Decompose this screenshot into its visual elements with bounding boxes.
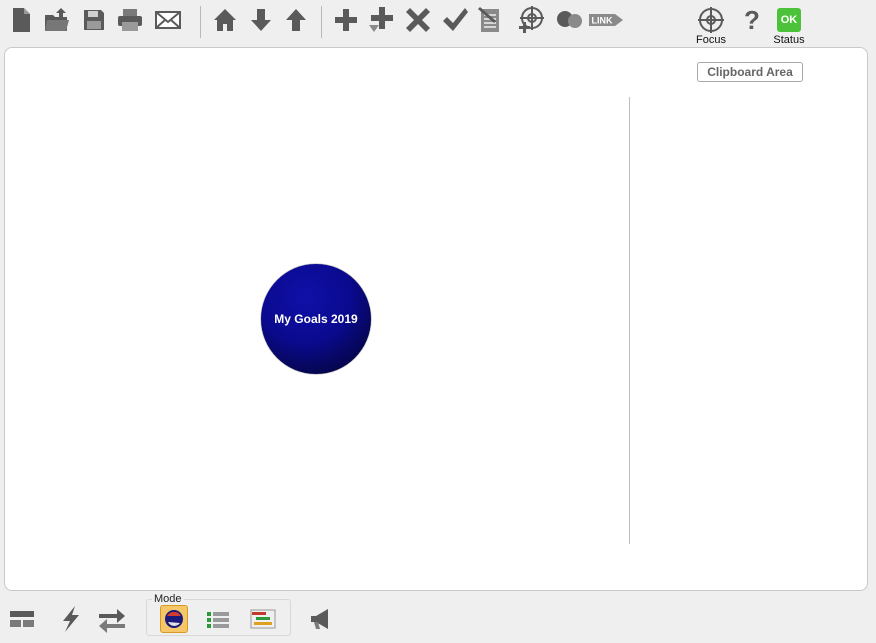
focus-label: Focus: [696, 34, 726, 46]
bubbles-icon[interactable]: [555, 5, 585, 35]
print-icon[interactable]: [115, 5, 145, 35]
link-label: LINK: [592, 16, 613, 26]
target-add-icon[interactable]: [516, 5, 546, 35]
email-icon[interactable]: [153, 5, 183, 35]
layout-panels-icon[interactable]: [7, 604, 37, 634]
goal-node[interactable]: My Goals 2019: [261, 264, 371, 374]
add-child-icon[interactable]: [366, 5, 396, 35]
checkmark-icon[interactable]: [440, 5, 470, 35]
arrow-up-icon[interactable]: [281, 5, 311, 35]
status-button[interactable]: OK Status: [767, 4, 811, 46]
new-document-icon[interactable]: [6, 5, 36, 35]
home-icon[interactable]: [210, 5, 240, 35]
mindmap-canvas[interactable]: Clipboard Area My Goals 2019: [4, 47, 868, 591]
focus-button[interactable]: Focus: [689, 4, 733, 46]
status-label: Status: [773, 34, 805, 46]
mode-gantt-icon[interactable]: [249, 605, 277, 633]
toolbar-separator: [200, 6, 201, 38]
toolbar-separator: [321, 6, 322, 38]
goal-node-label: My Goals 2019: [274, 312, 358, 326]
focus-target-icon: [689, 6, 733, 34]
clipboard-divider: [629, 97, 630, 544]
edit-notes-icon[interactable]: [475, 5, 505, 35]
swap-arrows-icon[interactable]: [97, 604, 127, 634]
link-icon[interactable]: LINK: [588, 5, 624, 35]
delete-icon[interactable]: [403, 5, 433, 35]
main-toolbar: LINK Focus ? OK Status: [0, 0, 876, 46]
bottom-toolbar: Mode: [0, 592, 876, 643]
megaphone-icon[interactable]: [306, 604, 336, 634]
arrow-down-icon[interactable]: [246, 5, 276, 35]
clipboard-area-button[interactable]: Clipboard Area: [697, 62, 803, 82]
open-folder-icon[interactable]: [42, 5, 72, 35]
mode-label: Mode: [152, 593, 184, 605]
help-icon[interactable]: ?: [737, 5, 767, 35]
save-icon[interactable]: [79, 5, 109, 35]
mode-list-icon[interactable]: [204, 605, 232, 633]
mode-mindmap-icon[interactable]: [160, 605, 188, 633]
status-badge: OK: [777, 8, 801, 32]
add-icon[interactable]: [331, 5, 361, 35]
lightning-icon[interactable]: [56, 604, 86, 634]
